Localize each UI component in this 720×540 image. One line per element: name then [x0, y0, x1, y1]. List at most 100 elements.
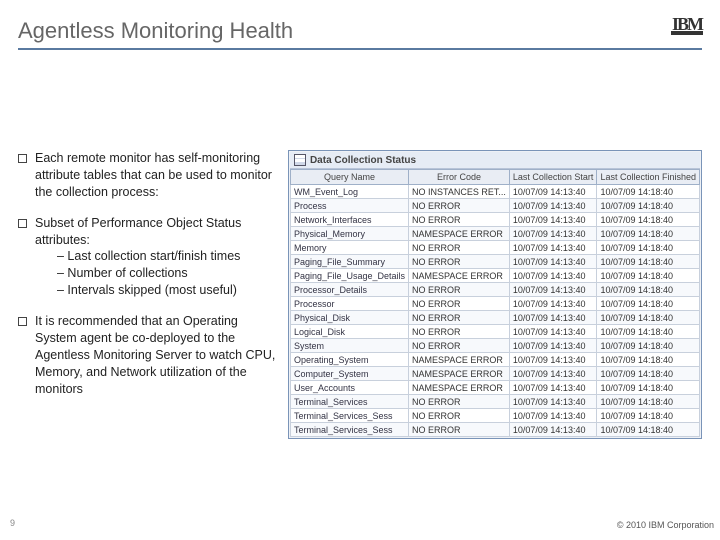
cell: 10/07/09 14:13:40 [509, 213, 597, 227]
cell: 10/07/09 14:18:40 [597, 241, 700, 255]
cell: 10/07/09 14:13:40 [509, 297, 597, 311]
cell: NAMESPACE ERROR [409, 367, 510, 381]
table-row[interactable]: SystemNO ERROR10/07/09 14:13:4010/07/09 … [290, 339, 699, 353]
cell: 10/07/09 14:18:40 [597, 423, 700, 437]
cell: Physical_Memory [290, 227, 408, 241]
cell: Logical_Disk [290, 325, 408, 339]
list-item: It is recommended that an Operating Syst… [18, 313, 276, 397]
bullet-text: Each remote monitor has self-monitoring … [35, 150, 276, 201]
cell: 10/07/09 14:18:40 [597, 311, 700, 325]
cell: User_Accounts [290, 381, 408, 395]
table-row[interactable]: ProcessNO ERROR10/07/09 14:13:4010/07/09… [290, 199, 699, 213]
sub-item: – Number of collections [57, 265, 276, 282]
table-row[interactable]: Operating_SystemNAMESPACE ERROR10/07/09 … [290, 353, 699, 367]
cell: 10/07/09 14:13:40 [509, 311, 597, 325]
cell: NO ERROR [409, 213, 510, 227]
table-row[interactable]: Physical_DiskNO ERROR10/07/09 14:13:4010… [290, 311, 699, 325]
cell: 10/07/09 14:13:40 [509, 381, 597, 395]
column-header[interactable]: Query Name [290, 170, 408, 185]
cell: Computer_System [290, 367, 408, 381]
cell: NO ERROR [409, 297, 510, 311]
table-row[interactable]: Paging_File_Usage_DetailsNAMESPACE ERROR… [290, 269, 699, 283]
cell: 10/07/09 14:18:40 [597, 185, 700, 199]
cell: Memory [290, 241, 408, 255]
cell: 10/07/09 14:13:40 [509, 325, 597, 339]
table-icon [294, 154, 306, 166]
cell: Terminal_Services_Sess [290, 409, 408, 423]
cell: 10/07/09 14:18:40 [597, 325, 700, 339]
page-number: 9 [10, 518, 15, 528]
cell: NAMESPACE ERROR [409, 381, 510, 395]
cell: 10/07/09 14:13:40 [509, 199, 597, 213]
cell: Processor_Details [290, 283, 408, 297]
copyright: © 2010 IBM Corporation [617, 520, 714, 530]
cell: WM_Event_Log [290, 185, 408, 199]
cell: Paging_File_Usage_Details [290, 269, 408, 283]
cell: 10/07/09 14:18:40 [597, 353, 700, 367]
table-row[interactable]: Terminal_Services_SessNO ERROR10/07/09 1… [290, 409, 699, 423]
cell: NO ERROR [409, 325, 510, 339]
sub-item: – Last collection start/finish times [57, 248, 276, 265]
table-row[interactable]: Network_InterfacesNO ERROR10/07/09 14:13… [290, 213, 699, 227]
table-row[interactable]: Physical_MemoryNAMESPACE ERROR10/07/09 1… [290, 227, 699, 241]
table-row[interactable]: Computer_SystemNAMESPACE ERROR10/07/09 1… [290, 367, 699, 381]
cell: 10/07/09 14:18:40 [597, 283, 700, 297]
table-row[interactable]: Terminal_ServicesNO ERROR10/07/09 14:13:… [290, 395, 699, 409]
cell: NO ERROR [409, 423, 510, 437]
cell: NO ERROR [409, 339, 510, 353]
cell: NO ERROR [409, 199, 510, 213]
cell: NAMESPACE ERROR [409, 353, 510, 367]
cell: 10/07/09 14:13:40 [509, 283, 597, 297]
cell: Terminal_Services [290, 395, 408, 409]
table-row[interactable]: Paging_File_SummaryNO ERROR10/07/09 14:1… [290, 255, 699, 269]
page-title: Agentless Monitoring Health [18, 18, 702, 44]
cell: NAMESPACE ERROR [409, 269, 510, 283]
list-item: Subset of Performance Object Status attr… [18, 215, 276, 299]
column-header[interactable]: Last Collection Start [509, 170, 597, 185]
table-row[interactable]: ProcessorNO ERROR10/07/09 14:13:4010/07/… [290, 297, 699, 311]
table-row[interactable]: Logical_DiskNO ERROR10/07/09 14:13:4010/… [290, 325, 699, 339]
cell: Processor [290, 297, 408, 311]
sub-item: – Intervals skipped (most useful) [57, 282, 276, 299]
cell: NO INSTANCES RET... [409, 185, 510, 199]
title-underline [18, 48, 702, 50]
column-header[interactable]: Error Code [409, 170, 510, 185]
table-row[interactable]: MemoryNO ERROR10/07/09 14:13:4010/07/09 … [290, 241, 699, 255]
cell: 10/07/09 14:13:40 [509, 353, 597, 367]
cell: System [290, 339, 408, 353]
cell: 10/07/09 14:13:40 [509, 367, 597, 381]
cell: NAMESPACE ERROR [409, 227, 510, 241]
cell: 10/07/09 14:18:40 [597, 227, 700, 241]
bullet-icon [18, 219, 27, 228]
cell: Terminal_Services_Sess [290, 423, 408, 437]
cell: 10/07/09 14:13:40 [509, 423, 597, 437]
cell: 10/07/09 14:13:40 [509, 395, 597, 409]
panel-title: Data Collection Status [310, 155, 416, 166]
cell: 10/07/09 14:18:40 [597, 395, 700, 409]
cell: 10/07/09 14:18:40 [597, 409, 700, 423]
cell: NO ERROR [409, 311, 510, 325]
table-row[interactable]: Terminal_Services_SessNO ERROR10/07/09 1… [290, 423, 699, 437]
cell: Process [290, 199, 408, 213]
cell: Operating_System [290, 353, 408, 367]
table-row[interactable]: User_AccountsNAMESPACE ERROR10/07/09 14:… [290, 381, 699, 395]
column-header[interactable]: Last Collection Finished [597, 170, 700, 185]
cell: Network_Interfaces [290, 213, 408, 227]
status-table: Query NameError CodeLast Collection Star… [290, 169, 700, 437]
cell: NO ERROR [409, 241, 510, 255]
cell: 10/07/09 14:18:40 [597, 381, 700, 395]
cell: 10/07/09 14:18:40 [597, 339, 700, 353]
cell: 10/07/09 14:13:40 [509, 185, 597, 199]
cell: 10/07/09 14:13:40 [509, 339, 597, 353]
cell: 10/07/09 14:13:40 [509, 227, 597, 241]
cell: 10/07/09 14:18:40 [597, 269, 700, 283]
table-row[interactable]: Processor_DetailsNO ERROR10/07/09 14:13:… [290, 283, 699, 297]
bullet-icon [18, 317, 27, 326]
table-row[interactable]: WM_Event_LogNO INSTANCES RET...10/07/09 … [290, 185, 699, 199]
panel-header: Data Collection Status [290, 152, 700, 169]
cell: 10/07/09 14:18:40 [597, 199, 700, 213]
list-item: Each remote monitor has self-monitoring … [18, 150, 276, 201]
bullet-list: Each remote monitor has self-monitoring … [18, 150, 276, 439]
cell: NO ERROR [409, 283, 510, 297]
cell: 10/07/09 14:18:40 [597, 297, 700, 311]
